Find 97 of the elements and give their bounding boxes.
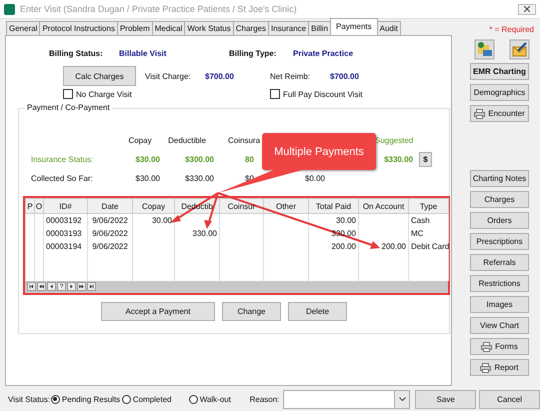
tab[interactable]: General	[6, 21, 40, 35]
save-button[interactable]: Save	[415, 390, 476, 408]
amount: $0.00	[304, 174, 325, 182]
printer-icon	[481, 342, 492, 352]
documents-icon[interactable]	[474, 39, 495, 60]
radio-label: Walk-out	[200, 394, 231, 404]
close-icon	[524, 6, 530, 12]
table-cell: 200.00	[332, 242, 356, 251]
required-note: * = Required	[488, 25, 534, 34]
last-record-icon[interactable]	[87, 282, 96, 291]
field-label: Reason:	[250, 394, 280, 404]
amount: $30.00	[136, 174, 160, 182]
column-header: Coinsura	[228, 136, 260, 144]
table-cell: MC	[411, 229, 424, 238]
side-button[interactable]: EMR Charting	[470, 63, 529, 80]
amount: $300.00	[185, 154, 214, 164]
callout: Multiple Payments	[262, 133, 376, 170]
radio-button[interactable]	[50, 394, 60, 404]
table-cell: Debit Card	[411, 242, 450, 251]
table-cell: 9/06/2022	[92, 229, 128, 238]
field-label: Visit Charge:	[145, 72, 192, 80]
column-header: Suggested	[375, 136, 414, 144]
tab[interactable]: Payments	[330, 18, 378, 35]
side-button[interactable]: Orders	[470, 212, 529, 229]
radio-label: Completed	[132, 394, 172, 404]
table-cell: 30.00	[152, 216, 172, 225]
action-button[interactable]: Accept a Payment	[101, 302, 215, 321]
first-record-icon[interactable]	[27, 282, 36, 291]
side-button[interactable]: Charting Notes	[470, 170, 529, 187]
envelope-pen-icon[interactable]	[509, 39, 530, 60]
radio-button[interactable]	[188, 394, 198, 404]
field-label: Billing Status:	[49, 49, 104, 58]
previous-record-icon[interactable]	[47, 282, 56, 291]
side-button[interactable]: Demographics	[470, 84, 529, 101]
app-icon	[4, 4, 15, 14]
printer-icon	[474, 108, 486, 118]
amount: 80	[245, 154, 254, 164]
table-cell: 00003194	[46, 242, 82, 251]
field-label: Visit Status:	[8, 394, 51, 404]
checkbox-label: No Charge Visit	[76, 90, 132, 98]
column-header[interactable]: ID#	[59, 202, 72, 210]
side-button[interactable]: Forms	[470, 338, 529, 355]
net-reimb-value: $700.00	[330, 72, 359, 80]
table-cell: Cash	[411, 216, 430, 225]
next-record-icon[interactable]	[67, 282, 76, 291]
calc-charges-button[interactable]: Calc Charges	[63, 66, 136, 86]
column-header: Copay	[128, 136, 152, 144]
radio-button[interactable]	[122, 394, 131, 404]
table-cell: 330.00	[192, 229, 217, 238]
side-button[interactable]: Referrals	[470, 254, 529, 271]
close-button[interactable]	[518, 4, 536, 14]
tab[interactable]: Insurance	[268, 21, 310, 35]
side-button[interactable]: Prescriptions	[470, 233, 529, 250]
side-button[interactable]: Report	[470, 359, 529, 376]
tab[interactable]: Protocol Instructions	[39, 21, 118, 35]
suggest-button[interactable]: $	[419, 152, 432, 166]
side-button[interactable]: Restrictions	[470, 275, 529, 292]
side-button[interactable]: View Chart	[470, 317, 529, 334]
column-header: Deductible	[168, 136, 206, 144]
tab[interactable]: Work Status	[184, 21, 234, 35]
amount: $330.00	[185, 174, 214, 182]
window-title: Enter Visit (Sandra Dugan / Private Practice Patients / St Joe's Clinic)	[20, 4, 298, 14]
chevron-down-icon	[398, 397, 406, 401]
tab[interactable]: Medical	[152, 21, 186, 35]
tab[interactable]: Problem	[116, 21, 153, 35]
group-title: Payment / Co-Payment	[25, 103, 112, 112]
side-button[interactable]: Charges	[470, 191, 529, 208]
table-cell: 00003193	[46, 229, 82, 238]
table-cell: 9/06/2022	[92, 242, 128, 251]
previous-page-icon[interactable]	[37, 282, 46, 291]
table-cell: 00003192	[46, 216, 82, 225]
checkbox[interactable]	[63, 89, 73, 99]
cancel-button[interactable]: Cancel	[479, 390, 540, 408]
table-cell: 30.00	[336, 216, 356, 225]
visit-charge-value: $700.00	[205, 72, 235, 80]
tab[interactable]: Charges	[232, 21, 269, 35]
checkbox[interactable]	[270, 89, 280, 99]
tab[interactable]: Billin	[308, 21, 332, 35]
checkbox-label: Full Pay Discount Visit	[283, 90, 362, 98]
billing-status-value: Billable Visit	[119, 49, 168, 58]
row-label: Insurance Status:	[31, 154, 94, 164]
action-button[interactable]: Delete	[288, 302, 347, 321]
side-button[interactable]: Encounter	[470, 105, 529, 122]
tab[interactable]: Audit	[376, 21, 401, 35]
printer-icon	[480, 362, 492, 372]
side-button[interactable]: Images	[470, 296, 529, 313]
action-button[interactable]: Change	[222, 302, 281, 321]
next-page-icon[interactable]	[77, 282, 86, 291]
amount: $30.00	[136, 154, 160, 164]
row-label: Collected So Far:	[31, 174, 93, 182]
field-label: Billing Type:	[229, 49, 278, 58]
radio-label: Pending Results	[62, 394, 120, 404]
field-label: Net Reimb:	[270, 72, 312, 80]
table-cell: 200.00	[382, 242, 406, 251]
amount: $330.00	[384, 154, 413, 164]
billing-type-value: Private Practice	[293, 49, 354, 58]
table-cell: 9/06/2022	[92, 216, 128, 225]
